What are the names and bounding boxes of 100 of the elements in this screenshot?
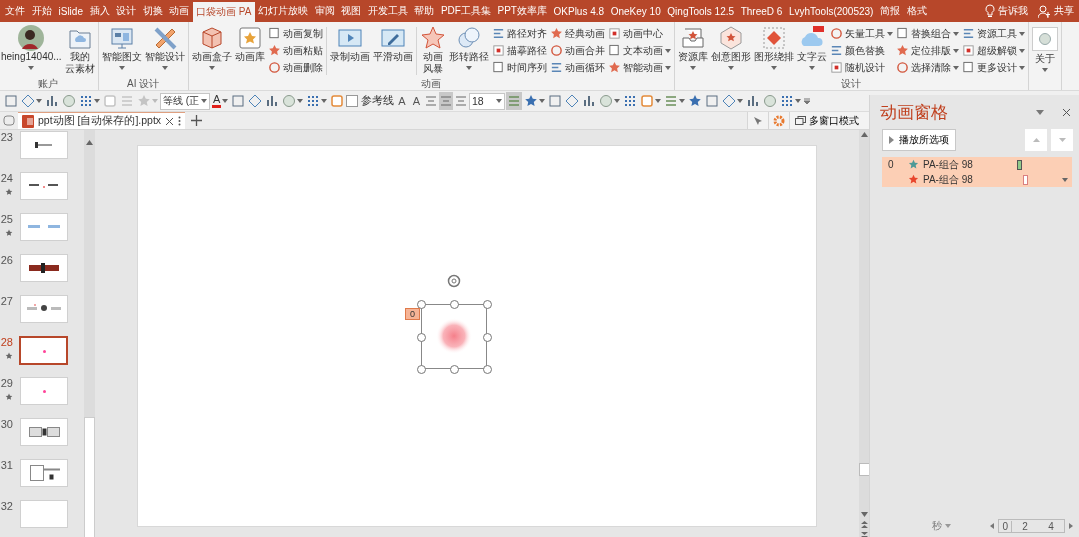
menu-tab[interactable]: QingTools 12.5: [664, 0, 738, 22]
menu-tab[interactable]: 插入: [86, 0, 113, 22]
ribbon-button[interactable]: 经典动画: [548, 26, 606, 41]
ribbon-button[interactable]: 动画合并: [548, 43, 606, 58]
toolbar-button[interactable]: [704, 92, 721, 110]
scrollbar[interactable]: [859, 130, 869, 537]
animation-item[interactable]: PA-组合 98: [882, 172, 1072, 187]
menu-tab[interactable]: 动画: [166, 0, 193, 22]
menu-tab[interactable]: OneKey 10: [607, 0, 665, 22]
share-button[interactable]: 共享: [1054, 4, 1074, 18]
ribbon-button[interactable]: 随机设计: [828, 60, 894, 75]
scroll-left-icon[interactable]: [990, 523, 995, 529]
menu-tab[interactable]: 文件: [2, 0, 29, 22]
ribbon-button[interactable]: 动画粘贴: [266, 43, 324, 58]
ribbon-button[interactable]: 文本动画: [606, 43, 672, 58]
previous-slide-icon[interactable]: [860, 521, 868, 528]
ribbon-button[interactable]: 颜色替换: [828, 43, 894, 58]
close-icon[interactable]: [1062, 107, 1071, 117]
slide-canvas[interactable]: 0: [137, 144, 817, 527]
more-icon[interactable]: [178, 116, 182, 126]
resize-handle[interactable]: [450, 364, 459, 374]
menu-tab[interactable]: 开始: [28, 0, 56, 22]
menu-tab[interactable]: OKPlus 4.8: [550, 0, 608, 22]
timing-bar[interactable]: [1023, 174, 1028, 185]
resize-handle[interactable]: [417, 299, 426, 309]
toolbar-button[interactable]: [230, 92, 247, 110]
ribbon-button[interactable]: 定位排版: [894, 43, 960, 58]
toolbar-button[interactable]: [281, 92, 305, 110]
glow-circle-drawing[interactable]: [436, 317, 472, 354]
resize-handle[interactable]: [450, 299, 459, 309]
ribbon-button[interactable]: 更多设计: [960, 60, 1026, 75]
ribbon-button[interactable]: 智能设计: [143, 25, 186, 70]
toolbar-button[interactable]: [61, 92, 77, 110]
ribbon-button[interactable]: 动画复制: [266, 26, 324, 41]
ribbon-button[interactable]: 路径对齐: [490, 26, 548, 41]
menu-tab[interactable]: 设计: [112, 0, 140, 22]
scroll-up-icon[interactable]: [860, 132, 868, 137]
menu-tab[interactable]: 简报: [876, 0, 904, 22]
menu-tab[interactable]: ThreeD 6: [737, 0, 786, 22]
ribbon-button[interactable]: 我的 云素材: [63, 25, 96, 75]
ribbon-button[interactable]: 智能动画: [606, 60, 672, 75]
ribbon-button[interactable]: 动画中心: [606, 26, 672, 41]
toolbar-button[interactable]: [564, 92, 581, 110]
resize-handle[interactable]: [417, 364, 426, 374]
ribbon-button[interactable]: 资源工具: [960, 26, 1026, 41]
scroll-right-icon[interactable]: [1069, 523, 1073, 529]
ribbon-button[interactable]: 动画盒子: [190, 25, 233, 70]
font-dropdown[interactable]: 等线 (正: [160, 92, 210, 110]
account-button[interactable]: heing14040...: [0, 25, 63, 70]
ribbon-button[interactable]: 描摹路径: [490, 43, 548, 58]
ribbon-button[interactable]: 动画删除: [266, 60, 324, 75]
overflow-icon[interactable]: [803, 97, 812, 105]
ribbon-button[interactable]: 文字云: [795, 25, 828, 70]
menu-tab[interactable]: 格式: [903, 0, 930, 22]
scrollbar[interactable]: [84, 130, 95, 537]
menu-tab[interactable]: 幻灯片放映: [254, 0, 312, 22]
guides-checkbox[interactable]: 参考线: [346, 94, 395, 108]
toolbar-button[interactable]: [639, 92, 663, 110]
font-size-button[interactable]: A: [409, 95, 424, 107]
ribbon-button[interactable]: 平滑动画: [371, 25, 414, 63]
toolbar-button[interactable]: [598, 92, 622, 110]
scroll-down-icon[interactable]: [860, 512, 868, 517]
menu-tab[interactable]: 视图: [337, 0, 365, 22]
ribbon-button[interactable]: 创意图形: [709, 25, 752, 70]
ribbon-button[interactable]: 矢量工具: [828, 26, 894, 41]
menu-tab[interactable]: 帮助: [411, 0, 438, 22]
ribbon-button[interactable]: 选择清除: [894, 60, 960, 75]
ribbon-button[interactable]: 动画循环: [548, 60, 606, 75]
toolbar-button[interactable]: [762, 92, 779, 110]
menu-tab[interactable]: 口袋动画 PA: [192, 2, 255, 22]
multi-window-button[interactable]: 多窗口模式: [789, 112, 869, 129]
font-size-button[interactable]: A: [395, 95, 409, 107]
scroll-up-icon[interactable]: [86, 140, 93, 145]
menu-tab[interactable]: PPT效率库: [494, 0, 551, 22]
add-icon[interactable]: [191, 115, 203, 126]
next-slide-icon[interactable]: [860, 532, 868, 537]
ribbon-button[interactable]: 形转路径: [447, 25, 490, 70]
toolbar-button[interactable]: [3, 92, 19, 110]
align-button[interactable]: [439, 92, 454, 110]
tell-me-link[interactable]: 告诉我: [998, 4, 1028, 18]
resize-handle[interactable]: [417, 332, 426, 342]
rotate-handle[interactable]: [447, 273, 461, 288]
font-color-button[interactable]: A: [211, 92, 230, 110]
toolbar-button[interactable]: [20, 92, 43, 110]
menu-tab[interactable]: PDF工具集: [437, 0, 495, 22]
ribbon-button[interactable]: 智能图文: [100, 25, 143, 70]
animation-item[interactable]: 0 PA-组合 98: [882, 157, 1072, 172]
dropdown-icon[interactable]: [1036, 109, 1044, 115]
scroll-thumb[interactable]: [84, 417, 95, 537]
toolbar-button[interactable]: [329, 92, 346, 110]
resize-handle[interactable]: [483, 299, 492, 309]
resize-handle[interactable]: [483, 364, 492, 374]
timing-bar[interactable]: [1017, 159, 1022, 170]
slides-icon[interactable]: [2, 112, 16, 128]
scroll-thumb[interactable]: [858, 463, 870, 476]
menu-tab[interactable]: 审阅: [311, 0, 338, 22]
toolbar-button[interactable]: [247, 92, 264, 110]
ribbon-button[interactable]: 图形绕排: [752, 25, 795, 70]
ribbon-button[interactable]: 动画库: [233, 25, 266, 63]
resize-handle[interactable]: [483, 332, 492, 342]
